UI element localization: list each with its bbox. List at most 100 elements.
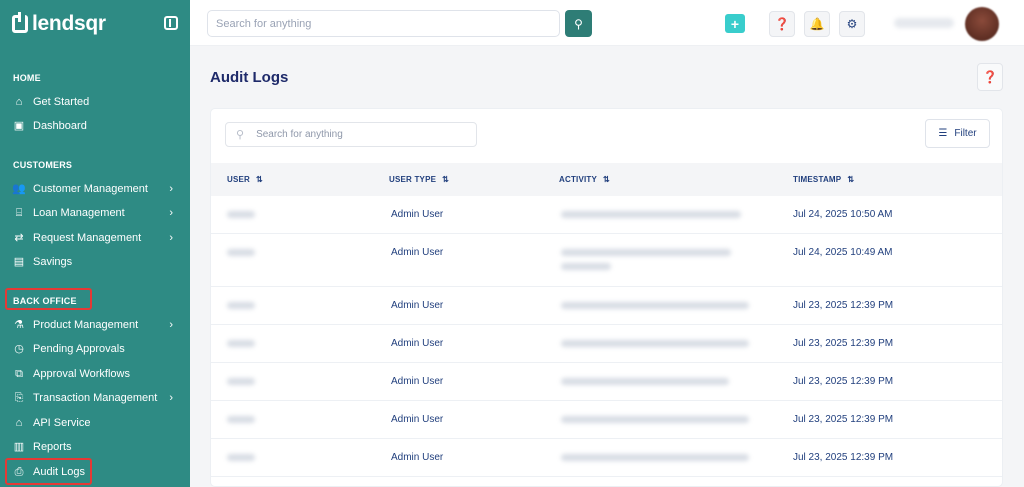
table-search-placeholder: Search for anything — [256, 129, 343, 140]
dashboard-icon: ▣ — [13, 119, 25, 132]
request-icon: ⇄ — [14, 231, 24, 244]
user-redacted — [227, 378, 255, 385]
column-label: USER TYPE — [389, 175, 437, 184]
table-row[interactable]: Admin User Jul 23, 2025 12:39 PM — [211, 325, 1002, 363]
timestamp-cell: Jul 23, 2025 12:39 PM — [793, 338, 894, 349]
sidebar-item-label: Approval Workflows — [33, 368, 130, 380]
product-icon: ⚗ — [14, 318, 24, 331]
table-row[interactable]: Admin User Jul 24, 2025 10:49 AM — [211, 234, 1002, 287]
page-help-button[interactable]: ❓ — [977, 63, 1003, 91]
clock-icon: ◷ — [14, 342, 24, 355]
section-back-office: BACK OFFICE — [13, 296, 77, 306]
sidebar-item-api-service[interactable]: ⌂ API Service — [13, 413, 181, 433]
avatar[interactable] — [965, 7, 999, 41]
global-search-input[interactable]: Search for anything — [207, 10, 560, 37]
help-icon: ❓ — [982, 70, 998, 84]
brand-name: lendsqr — [32, 12, 106, 35]
sidebar-item-get-started[interactable]: ⌂ Get Started — [13, 92, 181, 112]
search-button[interactable]: ⚲ — [565, 10, 592, 37]
sidebar-item-label: API Service — [33, 417, 91, 429]
search-icon: ⚲ — [574, 16, 583, 31]
chevron-right-icon: › — [169, 392, 173, 404]
plus-icon: + — [730, 15, 740, 32]
logo-mark-icon — [12, 12, 28, 33]
user-type-cell: Admin User — [391, 338, 444, 349]
sidebar-item-savings[interactable]: ▤ Savings — [13, 252, 181, 272]
user-redacted — [227, 249, 255, 256]
sort-icon: ⇅ — [603, 175, 610, 184]
activity-redacted — [561, 454, 749, 461]
activity-redacted — [561, 302, 749, 309]
column-header-user-type[interactable]: USER TYPE ⇅ — [389, 175, 449, 184]
logo[interactable]: lendsqr — [12, 12, 180, 36]
sidebar-item-transaction-management[interactable]: ⎘ Transaction Management › — [13, 388, 181, 408]
chart-icon: ▥ — [13, 440, 25, 453]
sidebar-item-loan-management[interactable]: ⌸ Loan Management › — [13, 203, 181, 223]
sidebar-item-label: Savings — [33, 256, 73, 268]
sidebar-item-pending-approvals[interactable]: ◷ Pending Approvals — [13, 339, 181, 359]
column-label: TIMESTAMP — [793, 175, 842, 184]
column-header-timestamp[interactable]: TIMESTAMP ⇅ — [793, 175, 854, 184]
sidebar-item-label: Customer Management — [33, 183, 148, 195]
user-redacted — [227, 454, 255, 461]
add-button[interactable]: + — [725, 14, 745, 33]
table-search-input[interactable]: ⚲ Search for anything — [225, 122, 477, 147]
sidebar-item-approval-workflows[interactable]: ⧉ Approval Workflows — [13, 364, 181, 384]
settings-button[interactable]: ⚙ — [839, 11, 865, 37]
user-type-cell: Admin User — [391, 300, 444, 311]
bell-icon: 🔔 — [809, 17, 825, 31]
user-name-redacted[interactable] — [894, 18, 954, 28]
sidebar-item-dashboard[interactable]: ▣ Dashboard — [13, 116, 181, 136]
sidebar-item-label: Transaction Management — [33, 392, 158, 404]
timestamp-cell: Jul 23, 2025 12:39 PM — [793, 452, 894, 463]
sidebar-header: lendsqr — [12, 12, 180, 38]
search-icon: ⚲ — [236, 129, 245, 141]
sidebar-item-label: Request Management — [33, 232, 142, 244]
column-label: USER — [227, 175, 251, 184]
table-row[interactable]: Admin User Jul 24, 2025 10:50 AM — [211, 196, 1002, 234]
filter-button[interactable]: ☰ Filter — [925, 119, 990, 148]
loan-icon: ⌸ — [15, 206, 23, 219]
notifications-button[interactable]: 🔔 — [804, 11, 830, 37]
timestamp-cell: Jul 24, 2025 10:49 AM — [793, 247, 893, 258]
audit-logs-card: ⚲ Search for anything ☰ Filter USER ⇅ USE… — [210, 108, 1003, 487]
user-type-cell: Admin User — [391, 209, 444, 220]
activity-redacted — [561, 378, 729, 385]
sidebar-item-audit-logs[interactable]: ⎙ Audit Logs — [13, 462, 181, 482]
sidebar-item-request-management[interactable]: ⇄ Request Management › — [13, 228, 181, 248]
help-icon: ❓ — [774, 17, 790, 31]
sidebar-item-product-management[interactable]: ⚗ Product Management › — [13, 315, 181, 335]
sidebar-item-customer-management[interactable]: 👥 Customer Management › — [12, 179, 181, 199]
sidebar-item-label: Product Management — [33, 319, 139, 331]
table-row[interactable]: Admin User Jul 23, 2025 12:39 PM — [211, 439, 1002, 477]
gear-icon: ⚙ — [846, 17, 858, 31]
chevron-right-icon: › — [169, 183, 173, 195]
home-icon: ⌂ — [15, 95, 23, 108]
activity-redacted — [561, 340, 749, 347]
column-header-user[interactable]: USER ⇅ — [227, 175, 263, 184]
filter-label: Filter — [954, 128, 977, 139]
chevron-right-icon: › — [169, 232, 173, 244]
activity-redacted — [561, 249, 731, 256]
workflow-icon: ⧉ — [15, 367, 23, 380]
sidebar: lendsqr HOME ⌂ Get Started ▣ Dashboard C… — [0, 0, 190, 487]
help-button[interactable]: ❓ — [769, 11, 795, 37]
sidebar-item-label: Dashboard — [33, 120, 87, 132]
timestamp-cell: Jul 23, 2025 12:39 PM — [793, 414, 894, 425]
table-row[interactable]: Admin User Jul 23, 2025 12:39 PM — [211, 401, 1002, 439]
sidebar-item-label: Loan Management — [33, 207, 125, 219]
user-type-cell: Admin User — [391, 452, 444, 463]
table-row[interactable]: Admin User Jul 23, 2025 12:39 PM — [211, 287, 1002, 325]
user-type-cell: Admin User — [391, 376, 444, 387]
table-row[interactable]: Admin User Jul 23, 2025 12:39 PM — [211, 363, 1002, 401]
column-header-activity[interactable]: ACTIVITY ⇅ — [559, 175, 610, 184]
sort-icon: ⇅ — [442, 175, 450, 184]
sort-icon: ⇅ — [256, 175, 263, 184]
sidebar-collapse-icon[interactable] — [164, 16, 178, 30]
audit-log-icon: ⎙ — [14, 465, 24, 478]
sidebar-item-reports[interactable]: ▥ Reports — [13, 437, 181, 457]
topbar: Search for anything ⚲ + ❓ 🔔 ⚙ — [190, 0, 1024, 46]
activity-redacted-line2 — [561, 263, 611, 270]
savings-icon: ▤ — [13, 255, 25, 268]
timestamp-cell: Jul 23, 2025 12:39 PM — [793, 376, 894, 387]
